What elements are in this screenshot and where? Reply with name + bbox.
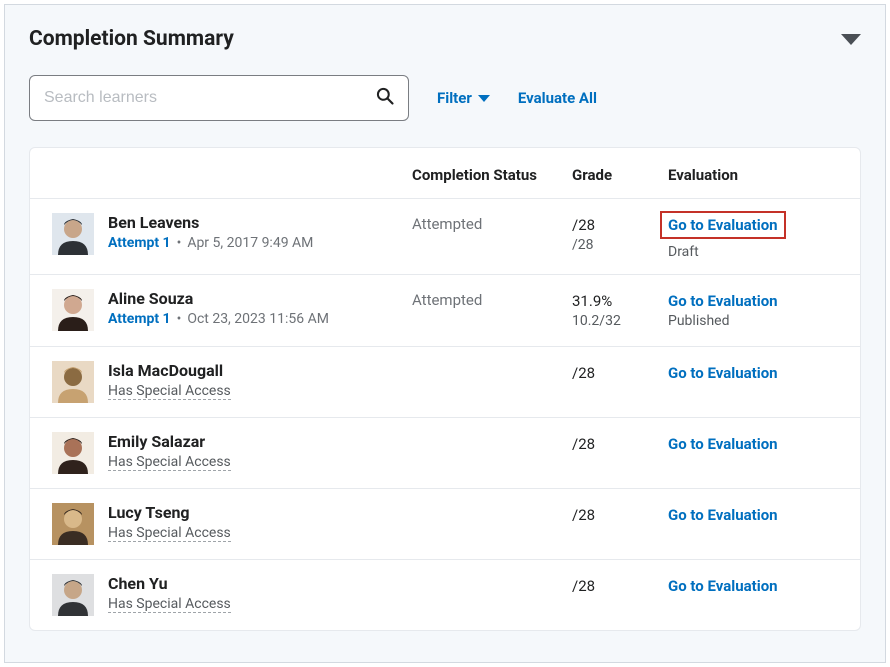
grade-cell: 31.9%10.2/32 (572, 289, 668, 332)
status-cell (412, 503, 572, 505)
user-cell: Isla MacDougall Has Special Access (52, 361, 412, 403)
search-wrap (29, 75, 409, 121)
grade-primary: /28 (572, 434, 668, 455)
user-cell: Lucy Tseng Has Special Access (52, 503, 412, 545)
special-access-label[interactable]: Has Special Access (108, 454, 231, 471)
user-name[interactable]: Isla MacDougall (108, 361, 231, 380)
user-info: Chen Yu Has Special Access (108, 574, 231, 613)
avatar[interactable] (52, 574, 94, 616)
separator-dot: • (177, 311, 182, 327)
go-to-evaluation-link[interactable]: Go to Evaluation (668, 364, 778, 382)
collapse-caret-icon[interactable] (841, 34, 861, 45)
chevron-down-icon (478, 95, 490, 102)
table-row: Chen Yu Has Special Access/28Go to Evalua… (30, 560, 860, 630)
evaluation-status: Published (668, 313, 838, 329)
table-header-row: Completion Status Grade Evaluation (30, 148, 860, 199)
grade-cell: /28 (572, 574, 668, 597)
attempt-link[interactable]: Attempt 1 (108, 311, 171, 327)
grade-primary: /28 (572, 576, 668, 597)
user-info: Lucy Tseng Has Special Access (108, 503, 231, 542)
table-row: Ben Leavens Attempt 1 • Apr 5, 2017 9:49 AM… (30, 199, 860, 275)
grade-primary: /28 (572, 505, 668, 526)
filter-label: Filter (437, 89, 472, 107)
completion-summary-panel: Completion Summary Filter Evaluate All C… (4, 4, 886, 663)
evaluation-cell: Go to Evaluation (668, 361, 838, 382)
special-access-label[interactable]: Has Special Access (108, 596, 231, 613)
grade-cell: /28 (572, 503, 668, 526)
go-to-evaluation-link[interactable]: Go to Evaluation (660, 211, 786, 239)
evaluation-status: Draft (668, 244, 838, 260)
search-input[interactable] (29, 75, 409, 121)
col-header-user (52, 166, 412, 184)
attempt-date: Apr 5, 2017 9:49 AM (187, 235, 313, 251)
panel-header: Completion Summary (29, 27, 861, 51)
user-name[interactable]: Aline Souza (108, 289, 329, 308)
user-info: Aline Souza Attempt 1 • Oct 23, 2023 11:56 … (108, 289, 329, 327)
user-info: Emily Salazar Has Special Access (108, 432, 231, 471)
go-to-evaluation-link[interactable]: Go to Evaluation (668, 577, 778, 595)
evaluate-all-button[interactable]: Evaluate All (518, 89, 597, 107)
attempt-line: Attempt 1 • Oct 23, 2023 11:56 AM (108, 311, 329, 327)
user-info: Ben Leavens Attempt 1 • Apr 5, 2017 9:49 AM (108, 213, 313, 251)
user-cell: Ben Leavens Attempt 1 • Apr 5, 2017 9:49 AM (52, 213, 412, 255)
filter-button[interactable]: Filter (437, 89, 490, 107)
page-title: Completion Summary (29, 27, 234, 51)
status-cell: Attempted (412, 289, 572, 309)
table-row: Emily Salazar Has Special Access/28Go to … (30, 418, 860, 489)
avatar[interactable] (52, 361, 94, 403)
grade-cell: /28 (572, 361, 668, 384)
user-name[interactable]: Ben Leavens (108, 213, 313, 232)
avatar[interactable] (52, 503, 94, 545)
attempt-date: Oct 23, 2023 11:56 AM (187, 311, 329, 327)
evaluation-cell: Go to Evaluation (668, 432, 838, 453)
grade-cell: /28/28 (572, 213, 668, 256)
grade-secondary: 10.2/32 (572, 312, 668, 332)
go-to-evaluation-link[interactable]: Go to Evaluation (668, 435, 778, 453)
table-row: Lucy Tseng Has Special Access/28Go to Eva… (30, 489, 860, 560)
grade-primary: /28 (572, 363, 668, 384)
avatar[interactable] (52, 432, 94, 474)
avatar[interactable] (52, 213, 94, 255)
evaluation-cell: Go to Evaluation Published (668, 289, 838, 329)
grade-primary: /28 (572, 215, 668, 236)
status-cell (412, 361, 572, 363)
special-access-label[interactable]: Has Special Access (108, 383, 231, 400)
evaluation-cell: Go to Evaluation (668, 574, 838, 595)
learners-card: Completion Status Grade Evaluation Ben L… (29, 147, 861, 631)
user-name[interactable]: Lucy Tseng (108, 503, 231, 522)
user-name[interactable]: Emily Salazar (108, 432, 231, 451)
user-cell: Emily Salazar Has Special Access (52, 432, 412, 474)
go-to-evaluation-link[interactable]: Go to Evaluation (668, 506, 778, 524)
special-access-label[interactable]: Has Special Access (108, 525, 231, 542)
col-header-status: Completion Status (412, 166, 572, 184)
attempt-line: Attempt 1 • Apr 5, 2017 9:49 AM (108, 235, 313, 251)
user-info: Isla MacDougall Has Special Access (108, 361, 231, 400)
attempt-link[interactable]: Attempt 1 (108, 235, 171, 251)
grade-cell: /28 (572, 432, 668, 455)
grade-secondary: /28 (572, 236, 668, 256)
go-to-evaluation-link[interactable]: Go to Evaluation (668, 292, 778, 310)
grade-primary: 31.9% (572, 291, 668, 312)
table-row: Aline Souza Attempt 1 • Oct 23, 2023 11:56 … (30, 275, 860, 347)
status-cell (412, 432, 572, 434)
avatar[interactable] (52, 289, 94, 331)
user-cell: Chen Yu Has Special Access (52, 574, 412, 616)
learners-table: Completion Status Grade Evaluation Ben L… (30, 148, 860, 630)
col-header-evaluation: Evaluation (668, 166, 838, 184)
status-cell: Attempted (412, 213, 572, 233)
search-icon[interactable] (375, 86, 395, 110)
status-cell (412, 574, 572, 576)
toolbar: Filter Evaluate All (29, 75, 861, 121)
col-header-grade: Grade (572, 166, 668, 184)
separator-dot: • (177, 235, 182, 251)
evaluation-cell: Go to Evaluation (668, 503, 838, 524)
user-cell: Aline Souza Attempt 1 • Oct 23, 2023 11:56 … (52, 289, 412, 331)
table-row: Isla MacDougall Has Special Access/28Go t… (30, 347, 860, 418)
evaluation-cell: Go to EvaluationDraft (668, 213, 838, 260)
user-name[interactable]: Chen Yu (108, 574, 231, 593)
